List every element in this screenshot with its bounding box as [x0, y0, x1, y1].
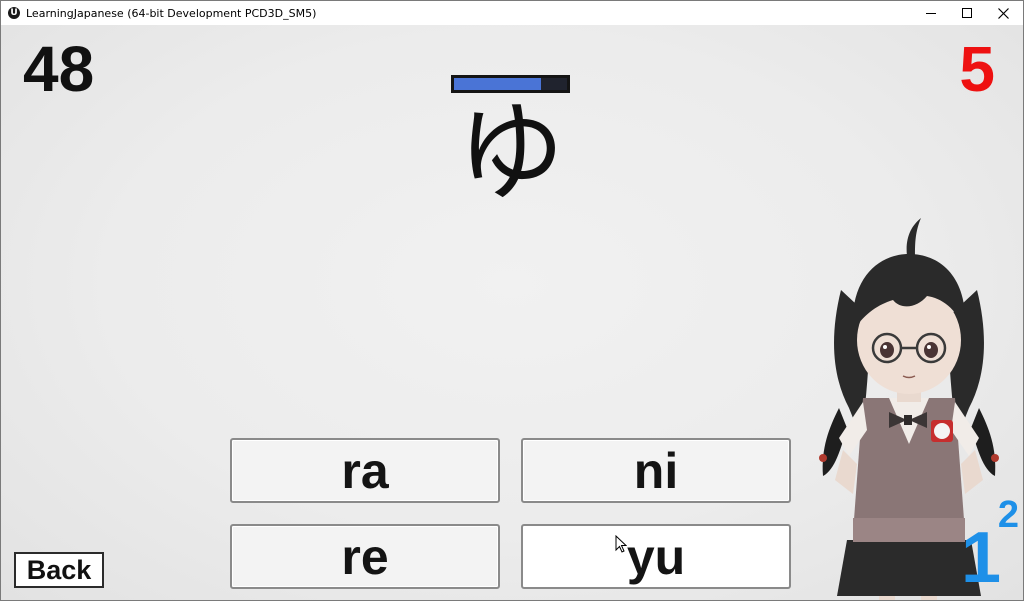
game-viewport: 48 5 ゆ ra ni re yu Back 2 1: [1, 25, 1023, 600]
window-title: LearningJapanese (64-bit Development PCD…: [26, 6, 317, 20]
mouse-cursor-icon: [615, 535, 627, 553]
answer-button-3[interactable]: re: [230, 524, 500, 589]
maximize-icon: [962, 8, 972, 18]
close-button[interactable]: [985, 1, 1021, 25]
minimize-button[interactable]: [913, 1, 949, 25]
lives-counter: 5: [959, 33, 995, 105]
answer-button-4[interactable]: yu: [521, 524, 791, 589]
answer-button-1[interactable]: ra: [230, 438, 500, 503]
title-bar[interactable]: U LearningJapanese (64-bit Development P…: [1, 1, 1023, 25]
level-minor-indicator: 2: [997, 494, 1019, 536]
answer-button-2[interactable]: ni: [521, 438, 791, 503]
prompt-kana: ゆ: [456, 91, 565, 216]
score-counter: 48: [23, 33, 95, 105]
unreal-logo-icon: U: [8, 7, 20, 19]
minimize-icon: [926, 12, 936, 14]
close-icon: [997, 7, 1009, 19]
level-major-indicator: 1: [960, 518, 1001, 598]
app-window: U LearningJapanese (64-bit Development P…: [0, 0, 1024, 601]
maximize-button[interactable]: [949, 1, 985, 25]
back-button[interactable]: Back: [14, 552, 104, 588]
